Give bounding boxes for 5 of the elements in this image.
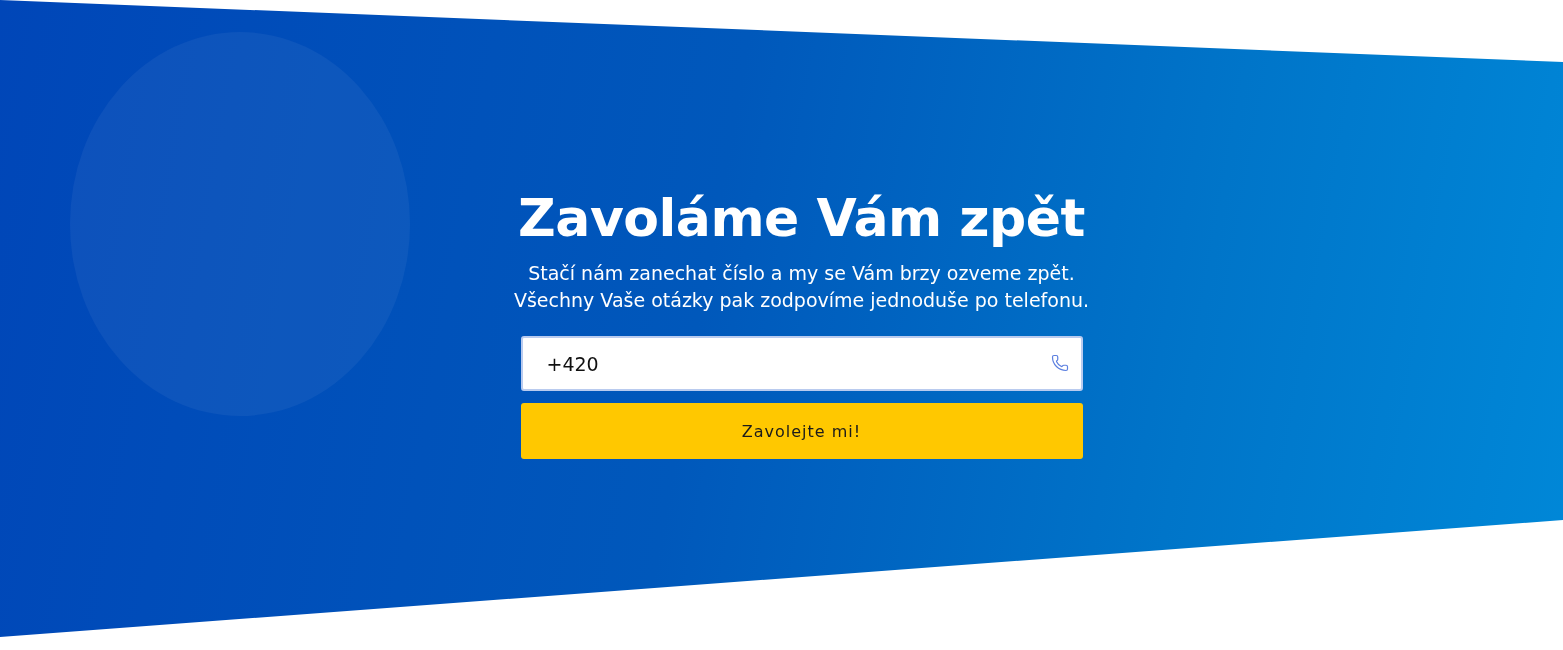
phone-field[interactable]: +420 [520, 336, 1083, 391]
submit-button[interactable]: Zavolejte mi! [520, 403, 1083, 459]
hero-title: Zavoláme Vám zpět [518, 187, 1085, 250]
hero-subtitle: Stačí nám zanechat číslo a my se Vám brzy ozveme zpět. Všechny Vaše otázky pak zodpovíme jednoduše po telefonu. [513, 261, 1089, 313]
phone-icon [1050, 354, 1069, 372]
